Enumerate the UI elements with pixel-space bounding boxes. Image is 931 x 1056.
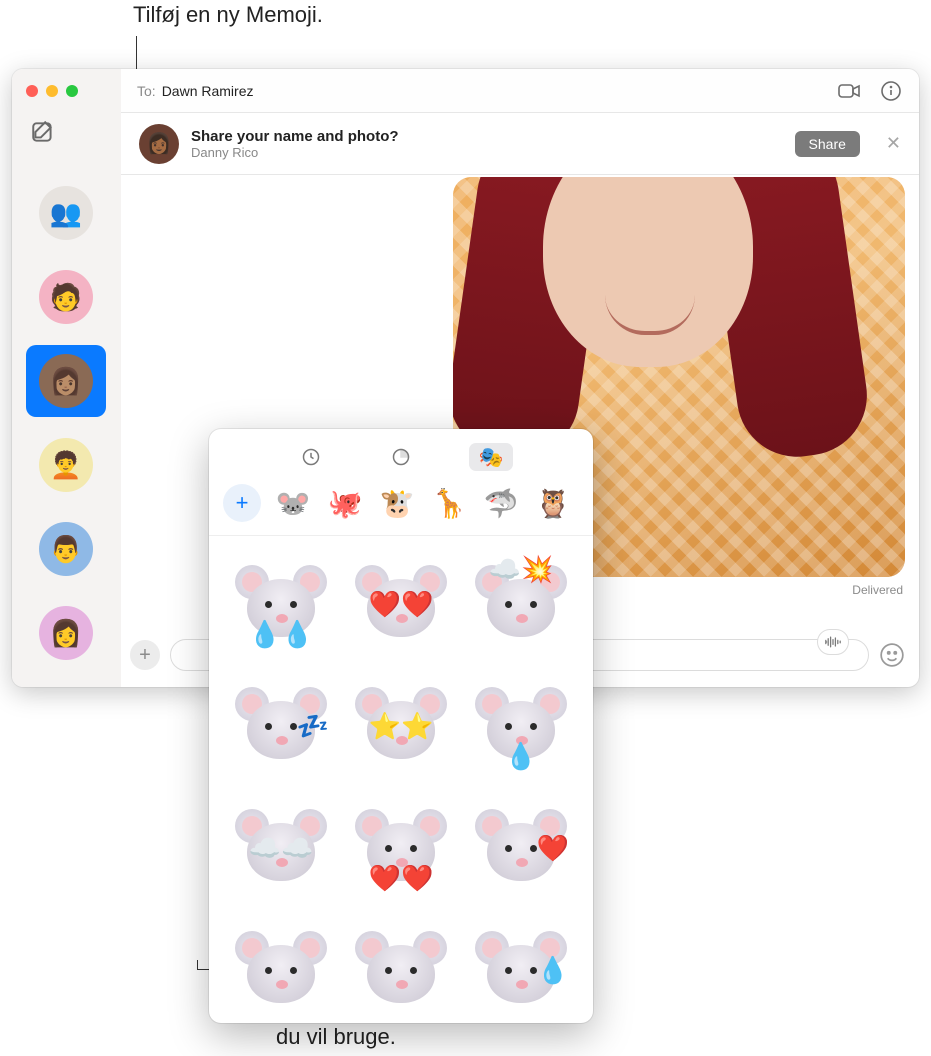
- memoji-sticker-mouse-heart-eyes[interactable]: ❤️❤️: [347, 554, 455, 654]
- apps-button[interactable]: +: [130, 640, 160, 670]
- audio-message-button[interactable]: [817, 629, 849, 655]
- mouse-head-icon: [477, 687, 565, 765]
- mouse-head-icon: [357, 687, 445, 765]
- mouse-head-icon: [477, 809, 565, 887]
- avatar: 👩: [39, 606, 93, 660]
- dismiss-banner-button[interactable]: ✕: [886, 133, 901, 154]
- avatar: 🧑‍🦱: [39, 438, 93, 492]
- waveform-icon: [825, 635, 841, 649]
- avatar: 🧑: [39, 270, 93, 324]
- memoji-character-owl[interactable]: 🦉: [533, 483, 573, 523]
- to-label: To:: [137, 83, 156, 99]
- memoji-sticker-mouse-worried[interactable]: [227, 920, 335, 1020]
- details-info-button[interactable]: [879, 79, 903, 103]
- memoji-character-row: + 🐭 🐙 🐮 🦒 🦈 🦉: [209, 479, 593, 536]
- callout-add-memoji: Tilføj en ny Memoji.: [133, 2, 323, 28]
- memoji-sticker-mouse-mind-blown[interactable]: ☁️💥: [467, 554, 575, 654]
- banner-avatar: 👩🏾: [139, 124, 179, 164]
- window-controls: [26, 85, 78, 97]
- memoji-sticker-mouse-kiss-hearts[interactable]: ❤️❤️: [347, 798, 455, 898]
- memoji-sticker-mouse-sleeping[interactable]: 💤: [227, 676, 335, 776]
- memoji-sticker-mouse-crying[interactable]: 💧: [467, 676, 575, 776]
- delivery-status: Delivered: [852, 583, 903, 597]
- conversation-item[interactable]: 👥: [26, 177, 106, 249]
- avatar: 👩🏽: [39, 354, 93, 408]
- memoji-sticker-grid: 💧💧❤️❤️☁️💥💤⭐⭐💧☁️☁️❤️❤️❤️💧: [209, 536, 593, 1024]
- picker-category-tabs: 🎭: [209, 439, 593, 479]
- plus-icon: +: [236, 490, 249, 516]
- conversation-list: 👥 🧑 👩🏽 🧑‍🦱 👨 👩: [26, 177, 106, 669]
- facetime-video-button[interactable]: [837, 79, 861, 103]
- conversation-item[interactable]: 👩🏽: [26, 345, 106, 417]
- picker-tab-stickers[interactable]: [379, 443, 423, 471]
- picker-tab-memoji[interactable]: 🎭: [469, 443, 513, 471]
- fullscreen-window-button[interactable]: [66, 85, 78, 97]
- conversation-item[interactable]: 👩: [26, 597, 106, 669]
- memoji-character-octopus[interactable]: 🐙: [325, 483, 365, 523]
- picker-tab-recent[interactable]: [289, 443, 333, 471]
- memoji-character-shark[interactable]: 🦈: [481, 483, 521, 523]
- share-name-photo-banner: 👩🏾 Share your name and photo? Danny Rico…: [121, 113, 919, 175]
- mouse-head-icon: [357, 809, 445, 887]
- memoji-icon: 🎭: [479, 445, 504, 470]
- plus-icon: +: [139, 644, 151, 667]
- banner-title: Share your name and photo?: [191, 128, 399, 145]
- memoji-sticker-mouse-cloudy[interactable]: ☁️☁️: [227, 798, 335, 898]
- memoji-character-giraffe[interactable]: 🦒: [429, 483, 469, 523]
- compose-button[interactable]: [30, 119, 56, 145]
- callout-text-line: du vil bruge.: [276, 1023, 511, 1052]
- memoji-character-cow[interactable]: 🐮: [377, 483, 417, 523]
- avatar: 👨: [39, 522, 93, 576]
- sidebar: 👥 🧑 👩🏽 🧑‍🦱 👨 👩: [12, 69, 121, 687]
- share-button[interactable]: Share: [795, 131, 860, 157]
- avatar: 👥: [39, 186, 93, 240]
- recipient-name[interactable]: Dawn Ramirez: [162, 83, 254, 99]
- memoji-character-mouse[interactable]: 🐭: [273, 483, 313, 523]
- memoji-sticker-mouse-star-eyes[interactable]: ⭐⭐: [347, 676, 455, 776]
- add-memoji-button[interactable]: +: [223, 484, 261, 522]
- clock-icon: [301, 447, 321, 467]
- conversation-header: To: Dawn Ramirez: [121, 69, 919, 113]
- memoji-sticker-mouse-sweat[interactable]: 💧: [467, 920, 575, 1020]
- memoji-sticker-mouse-angry[interactable]: [347, 920, 455, 1020]
- conversation-item[interactable]: 🧑: [26, 261, 106, 333]
- emoji-picker-button[interactable]: [879, 642, 905, 668]
- messages-window: 👥 🧑 👩🏽 🧑‍🦱 👨 👩 To: Dawn Ramirez 👩🏾 Share your…: [12, 69, 919, 687]
- memoji-sticker-mouse-single-heart[interactable]: ❤️: [467, 798, 575, 898]
- mouse-head-icon: [357, 565, 445, 643]
- mouse-head-icon: [477, 565, 565, 643]
- memoji-picker-popover: 🎭 +🐭🐙🐮🦒🦈🦉 💧💧❤️❤️☁️💥💤⭐⭐💧☁️☁️❤️❤️❤️💧: [209, 429, 593, 1023]
- memoji-sticker-mouse-laughing-tears[interactable]: 💧💧: [227, 554, 335, 654]
- sticker-icon: [391, 447, 411, 467]
- mouse-head-icon: [477, 931, 565, 1009]
- mouse-head-icon: [237, 931, 325, 1009]
- banner-subtitle: Danny Rico: [191, 145, 399, 160]
- conversation-item[interactable]: 👨: [26, 513, 106, 585]
- mouse-head-icon: [237, 809, 325, 887]
- mouse-head-icon: [357, 931, 445, 1009]
- mouse-head-icon: [237, 565, 325, 643]
- conversation-item[interactable]: 🧑‍🦱: [26, 429, 106, 501]
- close-window-button[interactable]: [26, 85, 38, 97]
- mouse-head-icon: [237, 687, 325, 765]
- minimize-window-button[interactable]: [46, 85, 58, 97]
